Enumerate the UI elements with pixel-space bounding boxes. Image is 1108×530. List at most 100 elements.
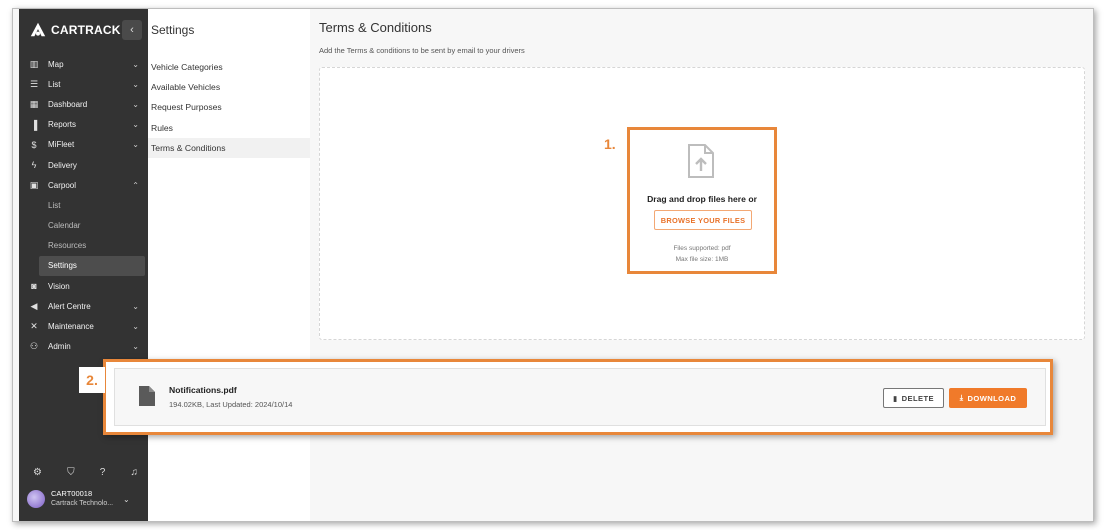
delete-label: DELETE xyxy=(901,393,934,403)
browse-files-button[interactable]: BROWSE YOUR FILES xyxy=(654,210,752,230)
sidebar-item-delivery[interactable]: ϟ Delivery xyxy=(19,155,148,175)
file-name: Notifications.pdf xyxy=(169,385,237,395)
app-window: CARTRACK ‹ ▥ Map ⌄ ☰ List ⌄ ▦ Dashboard … xyxy=(12,8,1094,522)
sidebar-item-alert-centre[interactable]: ◀ Alert Centre ⌄ xyxy=(19,296,148,316)
download-label: DOWNLOAD xyxy=(967,393,1017,403)
sidebar-item-label: Delivery xyxy=(48,160,77,170)
chevron-down-icon: ⌄ xyxy=(132,322,139,332)
settings-item-label: Request Purposes xyxy=(151,102,222,113)
sidebar-subitem-list[interactable]: List xyxy=(19,195,148,215)
gear-icon[interactable]: ⚙ xyxy=(33,467,42,478)
sidebar-item-dashboard[interactable]: ▦ Dashboard ⌄ xyxy=(19,94,148,114)
sidebar-subitem-calendar[interactable]: Calendar xyxy=(19,216,148,236)
max-file-size-text: Max file size: 1MB xyxy=(675,256,729,263)
list-icon: ☰ xyxy=(29,78,39,89)
collapse-sidebar-button[interactable]: ‹ xyxy=(122,20,142,40)
settings-item-request-purposes[interactable]: Request Purposes xyxy=(148,97,310,117)
sidebar-item-map[interactable]: ▥ Map ⌄ xyxy=(19,54,148,74)
uploaded-file-card: Notifications.pdf 194.02KB, Last Updated… xyxy=(114,368,1046,426)
calendar-icon: ▣ xyxy=(29,179,39,190)
cartrack-logo-icon xyxy=(30,22,46,37)
settings-item-vehicle-categories[interactable]: Vehicle Categories xyxy=(148,57,310,77)
sidebar-subitem-label: Settings xyxy=(48,261,77,271)
bar-chart-icon: ▐ xyxy=(30,119,38,130)
tools-icon: ✕ xyxy=(30,321,38,332)
sidebar-item-carpool[interactable]: ▣ Carpool ⌃ xyxy=(19,175,148,195)
files-supported-text: Files supported: pdf xyxy=(673,245,731,252)
sidebar-item-mifleet[interactable]: $ MiFleet ⌄ xyxy=(19,135,148,155)
sidebar-item-label: List xyxy=(48,79,61,89)
annotation-highlight-2: Notifications.pdf 194.02KB, Last Updated… xyxy=(103,359,1053,435)
sidebar-item-label: Admin xyxy=(48,342,71,352)
help-icon[interactable]: ? xyxy=(100,467,106,478)
annotation-marker-2: 2. xyxy=(79,367,105,393)
user-name: CART00018 xyxy=(51,489,93,498)
sidebar-subitem-label: List xyxy=(48,200,61,210)
settings-item-rules[interactable]: Rules xyxy=(148,118,310,138)
settings-list: Vehicle Categories Available Vehicles Re… xyxy=(148,57,310,158)
user-info: CART00018 Cartrack Technolo... xyxy=(51,489,113,509)
bolt-icon: ϟ xyxy=(31,160,37,171)
annotation-marker-1: 1. xyxy=(604,136,616,152)
settings-item-label: Available Vehicles xyxy=(151,82,221,93)
dropzone-info: Files supported: pdf Max file size: 1MB xyxy=(627,243,777,265)
user-profile[interactable]: CART00018 Cartrack Technolo... xyxy=(27,489,113,509)
footer-icons: ⚙ ⛉ ? ♫ xyxy=(33,467,138,478)
page-title: Terms & Conditions xyxy=(319,20,432,35)
sidebar-item-label: Dashboard xyxy=(48,99,88,109)
sidebar: CARTRACK ‹ ▥ Map ⌄ ☰ List ⌄ ▦ Dashboard … xyxy=(19,9,148,521)
video-icon: ◙ xyxy=(31,281,37,292)
file-upload-icon xyxy=(688,144,714,178)
sidebar-item-label: Vision xyxy=(48,281,70,291)
settings-item-available-vehicles[interactable]: Available Vehicles xyxy=(148,77,310,97)
sidebar-item-label: Map xyxy=(48,59,64,69)
sidebar-item-reports[interactable]: ▐ Reports ⌄ xyxy=(19,115,148,135)
chevron-up-icon: ⌃ xyxy=(132,180,139,190)
settings-item-terms-conditions[interactable]: Terms & Conditions xyxy=(148,137,310,158)
user-menu-chevron-icon[interactable]: ⌄ xyxy=(123,495,130,504)
sidebar-footer: ⚙ ⛉ ? ♫ CART00018 Cartrack Technolo... xyxy=(19,461,148,521)
chevron-down-icon: ⌄ xyxy=(132,120,139,130)
megaphone-icon: ◀ xyxy=(30,300,38,311)
chevron-down-icon: ⌄ xyxy=(132,301,139,311)
sidebar-item-label: Maintenance xyxy=(48,322,94,332)
sidebar-nav: ▥ Map ⌄ ☰ List ⌄ ▦ Dashboard ⌄ ▐ Reports… xyxy=(19,54,148,357)
sidebar-item-maintenance[interactable]: ✕ Maintenance ⌄ xyxy=(19,316,148,336)
file-icon xyxy=(139,386,155,406)
delete-button[interactable]: ▮ DELETE xyxy=(883,388,944,408)
sidebar-item-admin[interactable]: ⚇ Admin ⌄ xyxy=(19,337,148,357)
sidebar-subitem-settings[interactable]: Settings xyxy=(39,255,145,277)
chevron-down-icon: ⌄ xyxy=(132,59,139,69)
shield-icon[interactable]: ⛉ xyxy=(67,467,75,478)
page-subtitle: Add the Terms & conditions to be sent by… xyxy=(319,46,525,55)
settings-panel: Settings Vehicle Categories Available Ve… xyxy=(148,9,310,521)
admin-icon: ⚇ xyxy=(29,341,39,352)
chevron-left-icon: ‹ xyxy=(130,24,134,36)
sidebar-item-label: Alert Centre xyxy=(48,301,91,311)
chevron-down-icon: ⌄ xyxy=(132,342,139,352)
file-meta: 194.02KB, Last Updated: 2024/10/14 xyxy=(169,400,293,409)
chevron-down-icon: ⌄ xyxy=(132,99,139,109)
sidebar-item-label: Carpool xyxy=(48,180,77,190)
sidebar-subitem-label: Resources xyxy=(48,241,87,251)
sidebar-item-label: MiFleet xyxy=(48,140,75,150)
settings-title: Settings xyxy=(151,23,195,37)
trash-icon: ▮ xyxy=(893,393,898,403)
chevron-down-icon: ⌄ xyxy=(132,79,139,89)
sidebar-item-list[interactable]: ☰ List ⌄ xyxy=(19,74,148,94)
brand[interactable]: CARTRACK xyxy=(29,19,121,41)
dollar-icon: $ xyxy=(31,139,37,150)
sidebar-item-vision[interactable]: ◙ Vision xyxy=(19,276,148,296)
chevron-down-icon: ⌄ xyxy=(132,140,139,150)
sidebar-subitem-resources[interactable]: Resources xyxy=(19,236,148,256)
settings-item-label: Terms & Conditions xyxy=(151,142,226,153)
file-dropzone[interactable]: 1. Drag and drop files here or BROWSE YO… xyxy=(319,67,1085,340)
download-button[interactable]: ⤓ DOWNLOAD xyxy=(949,388,1027,408)
user-org: Cartrack Technolo... xyxy=(51,500,114,507)
dropzone-text: Drag and drop files here or xyxy=(647,194,757,204)
bell-icon[interactable]: ♫ xyxy=(131,467,139,478)
sidebar-item-label: Reports xyxy=(48,120,77,130)
main-content: Terms & Conditions Add the Terms & condi… xyxy=(310,9,1093,521)
avatar xyxy=(27,490,45,508)
download-icon: ⤓ xyxy=(959,393,964,402)
